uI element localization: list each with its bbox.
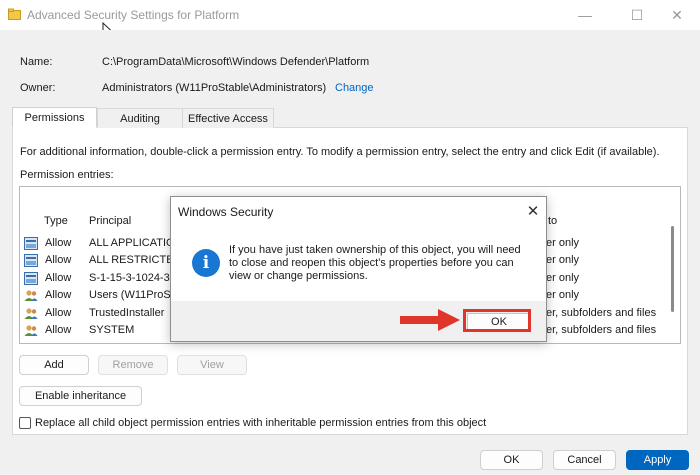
entry-type: Allow: [45, 254, 72, 266]
tab-permissions[interactable]: Permissions: [12, 107, 97, 128]
dialog-close-button[interactable]: ✕: [523, 201, 543, 221]
column-header-applies-to[interactable]: to: [548, 215, 557, 227]
replace-child-permissions-label: Replace all child object permission entr…: [35, 417, 487, 429]
change-owner-link[interactable]: Change: [335, 82, 374, 94]
entry-applies-to: er, subfolders and files: [546, 307, 657, 319]
entry-type: Allow: [45, 307, 72, 319]
enable-inheritance-button[interactable]: Enable inheritance: [19, 386, 142, 406]
app-package-icon: [24, 272, 38, 285]
entry-principal: SYSTEM: [89, 324, 135, 336]
permission-entries-label: Permission entries:: [20, 169, 114, 181]
cancel-button[interactable]: Cancel: [553, 450, 616, 470]
add-button[interactable]: Add: [19, 355, 89, 375]
entry-applies-to: er only: [546, 272, 580, 284]
ok-button[interactable]: OK: [480, 450, 543, 470]
dialog-title: Windows Security: [178, 205, 274, 219]
app-package-icon: [24, 237, 38, 250]
entry-type: Allow: [45, 237, 72, 249]
entry-type: Allow: [45, 272, 72, 284]
column-header-type[interactable]: Type: [44, 215, 68, 227]
column-header-principal[interactable]: Principal: [89, 215, 131, 227]
users-icon: [24, 290, 38, 301]
owner-value: Administrators (W11ProStable\Administrat…: [102, 82, 327, 94]
entry-principal: S-1-15-3-1024-31: [89, 272, 176, 284]
users-icon: [24, 325, 38, 336]
entry-principal: ALL APPLICATION: [89, 237, 183, 249]
entry-type: Allow: [45, 289, 72, 301]
replace-child-permissions-checkbox[interactable]: [19, 417, 31, 429]
info-icon: i: [192, 249, 220, 277]
tab-effective-access[interactable]: Effective Access: [182, 108, 274, 128]
owner-label: Owner:: [20, 82, 56, 94]
entry-principal: Users (W11ProSta: [89, 289, 180, 301]
dialog-message: If you have just taken ownership of this…: [229, 244, 521, 282]
vertical-scrollbar[interactable]: [666, 210, 678, 340]
view-button[interactable]: View: [177, 355, 247, 375]
minimize-button[interactable]: —: [562, 0, 608, 30]
remove-button[interactable]: Remove: [98, 355, 168, 375]
entry-principal: ALL RESTRICTED: [89, 254, 182, 266]
entry-type: Allow: [45, 324, 72, 336]
entry-principal: TrustedInstaller: [89, 307, 165, 319]
red-arrow-icon: [400, 309, 460, 331]
window-title: Advanced Security Settings for Platform: [27, 8, 240, 22]
entry-applies-to: er, subfolders and files: [546, 324, 657, 336]
folder-shield-icon: [8, 8, 21, 20]
apply-button[interactable]: Apply: [626, 450, 689, 470]
object-path: C:\ProgramData\Microsoft\Windows Defende…: [102, 56, 370, 68]
app-package-icon: [24, 254, 38, 267]
permissions-info-text: For additional information, double-click…: [20, 146, 660, 158]
entry-applies-to: er only: [546, 237, 580, 249]
highlight-box: [463, 309, 531, 332]
entry-applies-to: er only: [546, 289, 580, 301]
users-icon: [24, 308, 38, 319]
name-label: Name:: [20, 56, 53, 68]
scrollbar-thumb[interactable]: [671, 226, 674, 312]
window-close-button[interactable]: ✕: [654, 0, 700, 30]
tab-auditing[interactable]: Auditing: [97, 108, 183, 128]
entry-applies-to: er only: [546, 254, 580, 266]
